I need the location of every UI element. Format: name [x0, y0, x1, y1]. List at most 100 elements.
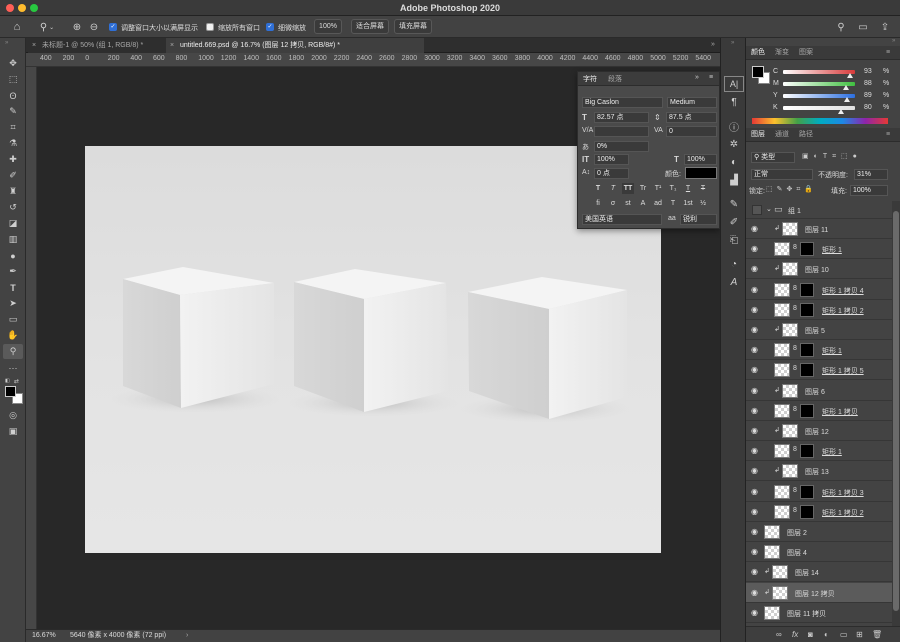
channel-value[interactable]: 88 — [864, 80, 872, 87]
channel-slider-handle[interactable] — [843, 85, 850, 90]
more-tools-icon[interactable]: ··· — [3, 360, 23, 375]
eye-icon[interactable]: ◉ — [751, 345, 761, 355]
move-tool-icon[interactable]: ✥ — [3, 56, 23, 71]
zoom-all-windows-checkbox[interactable] — [206, 23, 214, 31]
titling-alternates-button[interactable]: T — [667, 198, 679, 209]
zoom-out-icon[interactable]: ⊖ — [87, 20, 101, 34]
layer-thumbnail[interactable] — [774, 484, 790, 499]
fill-field[interactable]: 100% — [850, 185, 888, 196]
eye-icon[interactable]: ◉ — [751, 244, 761, 254]
channel-slider-handle[interactable] — [837, 109, 844, 114]
delete-layer-icon[interactable]: 🗑 — [872, 630, 882, 639]
layer-mask-thumbnail[interactable] — [800, 444, 814, 459]
eye-off-icon[interactable] — [752, 205, 762, 215]
info-panel-icon[interactable]: ⓘ — [724, 118, 744, 134]
layer-thumbnail[interactable] — [782, 323, 798, 337]
layer-thumbnail[interactable] — [764, 545, 780, 560]
styles-panel-icon[interactable]: ◐ — [724, 154, 744, 170]
tab-color[interactable]: 颜色 — [751, 46, 765, 60]
chain-link-icon[interactable]: 8 — [793, 244, 797, 251]
leading-field[interactable]: 87.5 点 — [666, 112, 717, 123]
paragraph-panel-icon[interactable]: ¶ — [724, 94, 744, 110]
layer-row[interactable]: ◉ 8 矩形 1 — [746, 239, 892, 260]
chain-link-icon[interactable]: 8 — [793, 507, 797, 514]
search-icon[interactable]: ⚲ — [834, 20, 848, 34]
zoom-tool-icon[interactable]: ⚲ — [3, 344, 23, 359]
layer-style-icon[interactable]: fx — [792, 630, 798, 639]
group-expand-icon[interactable]: ⌄ — [766, 205, 772, 213]
layer-row[interactable]: ◉ ↲ 图层 5 — [746, 320, 892, 340]
strikethrough-button[interactable]: T — [697, 183, 709, 194]
document-info[interactable]: 5640 像素 x 4000 像素 (72 ppi) — [70, 630, 166, 642]
layer-mask-thumbnail[interactable] — [800, 504, 814, 519]
layer-thumbnail[interactable] — [774, 403, 790, 418]
layer-row[interactable]: ◉ 8 矩形 1 拷贝 4 — [746, 280, 892, 300]
hand-tool-icon[interactable]: ✋ — [3, 328, 23, 343]
layer-row[interactable]: ◉ 图层 4 — [746, 542, 892, 563]
zoom-tool-preset-icon[interactable]: ⚲ ⌄ — [36, 20, 58, 34]
zoom-in-icon[interactable]: ⊕ — [70, 20, 84, 34]
tab-character[interactable]: 字符 — [583, 73, 597, 87]
default-colors-icon[interactable]: ◧ — [5, 378, 11, 384]
ligatures-button[interactable]: fi — [592, 198, 604, 209]
layer-row[interactable]: ◉ 8 矩形 1 拷贝 2 — [746, 502, 892, 522]
tab-patterns[interactable]: 图案 — [799, 46, 813, 60]
channel-value[interactable]: 80 — [864, 104, 872, 111]
new-layer-icon[interactable]: ⊞ — [856, 630, 863, 639]
close-tab-icon[interactable]: × — [170, 38, 174, 53]
layer-thumbnail[interactable] — [764, 605, 780, 620]
status-arrow-icon[interactable]: › — [186, 630, 188, 642]
foreground-color-swatch[interactable] — [5, 386, 16, 397]
layer-thumbnail[interactable] — [782, 383, 798, 398]
faux-italic-button[interactable]: T — [607, 183, 619, 194]
eye-icon[interactable]: ◉ — [751, 527, 761, 537]
layer-thumbnail[interactable] — [764, 525, 780, 539]
foreground-swatch[interactable] — [752, 66, 764, 78]
layer-thumbnail[interactable] — [774, 302, 790, 317]
layer-mask-thumbnail[interactable] — [800, 484, 814, 499]
chain-link-icon[interactable]: 8 — [793, 406, 797, 413]
clone-source-icon[interactable]: ⎗ — [724, 232, 744, 248]
layer-mask-thumbnail[interactable] — [800, 403, 814, 418]
layer-row[interactable]: ◉ ↲ 图层 6 — [746, 381, 892, 401]
close-tab-icon[interactable]: × — [32, 38, 36, 53]
chain-link-icon[interactable]: 8 — [793, 365, 797, 372]
layer-row[interactable]: ◉ ↲ 图层 12 拷贝 — [746, 582, 892, 603]
language-select[interactable]: 美国英语 — [582, 214, 662, 225]
toolbar-collapse-icon[interactable]: » — [5, 40, 8, 46]
layers-scrollbar[interactable] — [892, 201, 900, 626]
layer-thumbnail[interactable] — [772, 585, 788, 600]
layer-thumbnail[interactable] — [772, 565, 788, 580]
eye-icon[interactable]: ◉ — [751, 264, 761, 274]
stylistic-alternates-button[interactable]: ad — [652, 198, 664, 209]
baseline-shift-field[interactable]: 0 点 — [594, 168, 629, 179]
brush-tool-icon[interactable]: ✐ — [3, 168, 23, 183]
layer-row[interactable]: ◉ 8 矩形 1 拷贝 2 — [746, 300, 892, 320]
histogram-panel-icon[interactable]: ▟ — [724, 172, 744, 188]
eye-icon[interactable]: ◉ — [751, 305, 761, 315]
layer-thumbnail[interactable] — [774, 363, 790, 378]
layer-thumbnail[interactable] — [782, 424, 798, 438]
strip-collapse-icon[interactable]: » — [731, 40, 734, 46]
zoom-100-button[interactable]: 100% — [314, 19, 342, 34]
eye-icon[interactable]: ◉ — [751, 608, 761, 618]
history-brush-tool-icon[interactable]: ↺ — [3, 200, 23, 215]
kerning-field[interactable] — [594, 126, 649, 137]
path-selection-tool-icon[interactable]: ➤ — [3, 296, 23, 311]
glyphs-panel-icon[interactable]: A — [724, 274, 744, 290]
clone-stamp-tool-icon[interactable]: ♜ — [3, 184, 23, 199]
chain-link-icon[interactable]: 8 — [793, 345, 797, 352]
healing-brush-tool-icon[interactable]: ✚ — [3, 152, 23, 167]
layer-thumbnail[interactable] — [782, 464, 798, 479]
swap-colors-icon[interactable]: ⇄ — [14, 378, 20, 385]
underline-button[interactable]: T — [682, 183, 694, 194]
fit-screen-button[interactable]: 适合屏幕 — [351, 19, 389, 34]
tab-layers[interactable]: 图层 — [751, 128, 765, 142]
layer-row[interactable]: ◉ 8 矩形 1 拷贝 5 — [746, 360, 892, 381]
ordinals-button[interactable]: 1st — [682, 198, 694, 209]
layer-row[interactable]: ◉ 8 矩形 1 — [746, 441, 892, 462]
tab-paths[interactable]: 路径 — [799, 128, 813, 142]
channel-slider-handle[interactable] — [844, 97, 851, 102]
layer-thumbnail[interactable] — [774, 343, 790, 358]
font-style-select[interactable]: Medium — [667, 97, 717, 108]
